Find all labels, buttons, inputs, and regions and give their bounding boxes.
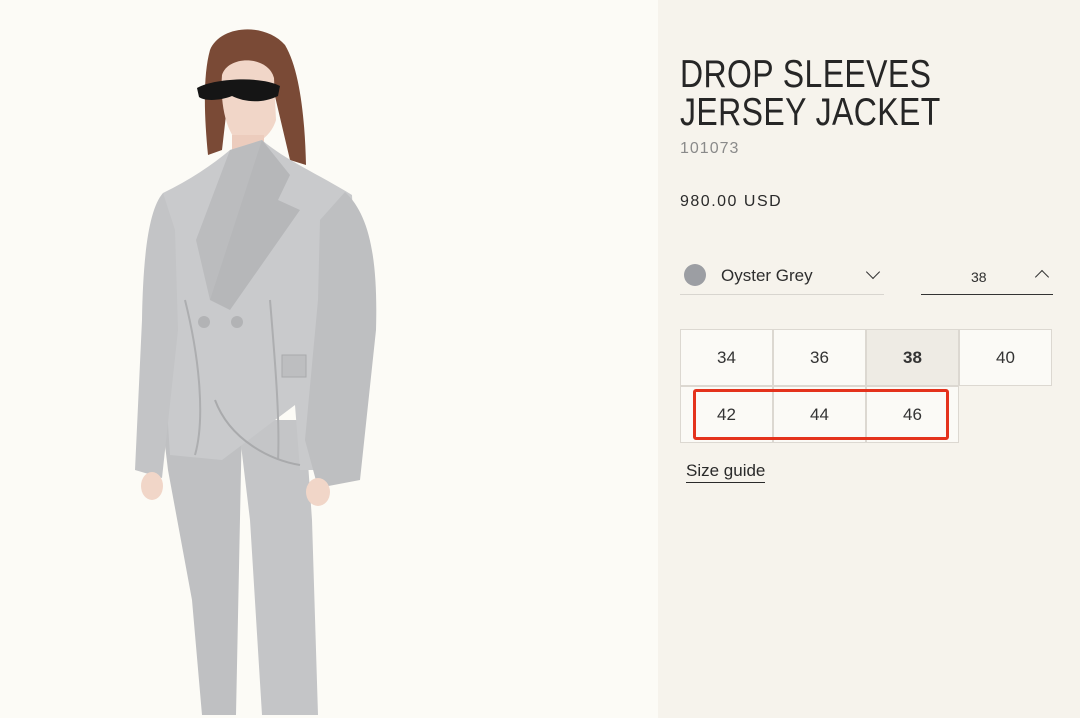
size-guide-link[interactable]: Size guide	[686, 461, 766, 483]
product-sku: 101073	[680, 140, 740, 157]
color-label: Oyster Grey	[721, 266, 813, 285]
size-option-selected[interactable]: 38	[866, 329, 959, 386]
chevron-down-icon	[865, 264, 881, 280]
size-selector[interactable]: 38	[921, 258, 1053, 295]
size-option[interactable]: 42	[680, 386, 773, 443]
size-option[interactable]: 34	[680, 329, 773, 386]
model-illustration	[135, 29, 377, 715]
product-price: 980.00 USD	[680, 193, 783, 210]
color-selector[interactable]: Oyster Grey	[680, 258, 884, 295]
product-title: DROP SLEEVES JERSEY JACKET	[680, 53, 941, 134]
size-option[interactable]: 46	[866, 386, 959, 443]
chevron-up-icon	[1034, 269, 1050, 285]
product-image	[0, 0, 658, 718]
size-option[interactable]: 44	[773, 386, 866, 443]
size-option[interactable]: 36	[773, 329, 866, 386]
size-options-grid: 34 36 38 40 42 44 46	[680, 329, 1052, 443]
selected-size-value: 38	[971, 269, 987, 285]
product-info-panel: DROP SLEEVES JERSEY JACKET 101073 980.00…	[658, 0, 1080, 718]
size-option[interactable]: 40	[959, 329, 1052, 386]
color-swatch-icon	[684, 264, 706, 286]
